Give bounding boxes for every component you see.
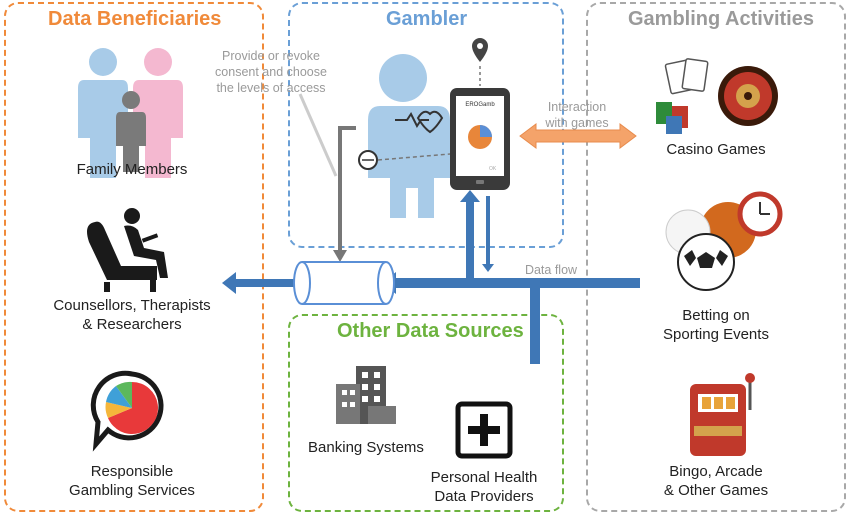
pie-chart-speech-icon — [90, 370, 164, 452]
consent-text-2: consent and choose — [215, 65, 327, 79]
medical-plus-icon — [455, 401, 513, 459]
responsible-label-2: Gambling Services — [69, 482, 195, 499]
sports-balls-icon — [665, 191, 783, 291]
data-flow-text: Data flow — [524, 263, 578, 277]
slot-machine-icon — [690, 373, 755, 456]
app-ok-text: OK — [489, 166, 497, 172]
database-cylinder-icon — [293, 261, 395, 305]
casino-roulette-icon — [656, 58, 778, 134]
data-flow-line — [392, 278, 640, 288]
bingo-label-1: Bingo, Arcade — [669, 463, 763, 480]
counsellors-label-1: Counsellors, Therapists — [53, 297, 211, 314]
counsellors-label-2: & Researchers — [82, 316, 182, 333]
family-icon — [78, 48, 183, 178]
consent-text-1: Provide or revoke — [222, 49, 320, 63]
health-label-2: Data Providers — [434, 488, 534, 505]
betting-label-2: Sporting Events — [663, 326, 769, 343]
responsible-label-1: Responsible — [90, 463, 174, 480]
bingo-label-2: & Other Games — [663, 482, 769, 499]
gambler-person-icon — [358, 54, 450, 218]
betting-label-1: Betting on — [682, 307, 750, 324]
interaction-text-1: Interaction — [547, 100, 607, 114]
consent-text-3: the levels of access — [216, 81, 326, 95]
interaction-text-2: with games — [545, 116, 609, 130]
health-label-1: Personal Health — [430, 469, 538, 486]
location-pin-icon — [472, 38, 488, 62]
therapy-chair-icon — [87, 208, 168, 292]
casino-label: Casino Games — [666, 141, 766, 158]
app-name-text: EROGamb — [465, 102, 495, 108]
banking-label: Banking Systems — [308, 439, 424, 456]
bank-building-icon — [336, 366, 396, 424]
family-label: Family Members — [76, 161, 188, 178]
